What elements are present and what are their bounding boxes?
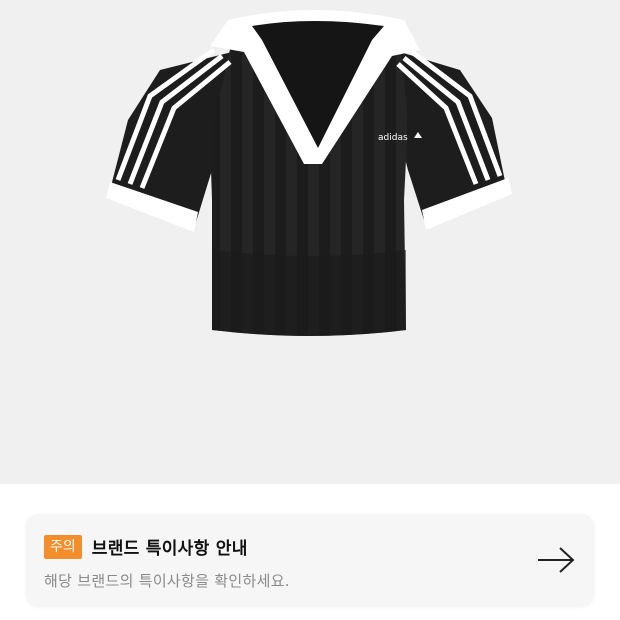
adidas-logo-text: adidas: [378, 133, 408, 143]
notice-header: 주의 브랜드 특이사항 안내: [44, 534, 248, 559]
notice-arrow-button[interactable]: [534, 540, 578, 580]
notice-description: 해당 브랜드의 특이사항을 확인하세요.: [44, 572, 290, 590]
caution-badge: 주의: [44, 534, 82, 559]
brand-notice-card[interactable]: 주의 브랜드 특이사항 안내 해당 브랜드의 특이사항을 확인하세요.: [26, 514, 594, 606]
notice-title: 브랜드 특이사항 안내: [91, 539, 248, 559]
crop-jersey-illustration: adidas: [106, 10, 512, 336]
product-page: adidas 주의 브랜드 특이사항 안내 해당 브랜드의 특이사항을 확인하세…: [0, 0, 620, 620]
arrow-right-icon: [538, 547, 575, 573]
product-image[interactable]: adidas: [0, 0, 620, 484]
